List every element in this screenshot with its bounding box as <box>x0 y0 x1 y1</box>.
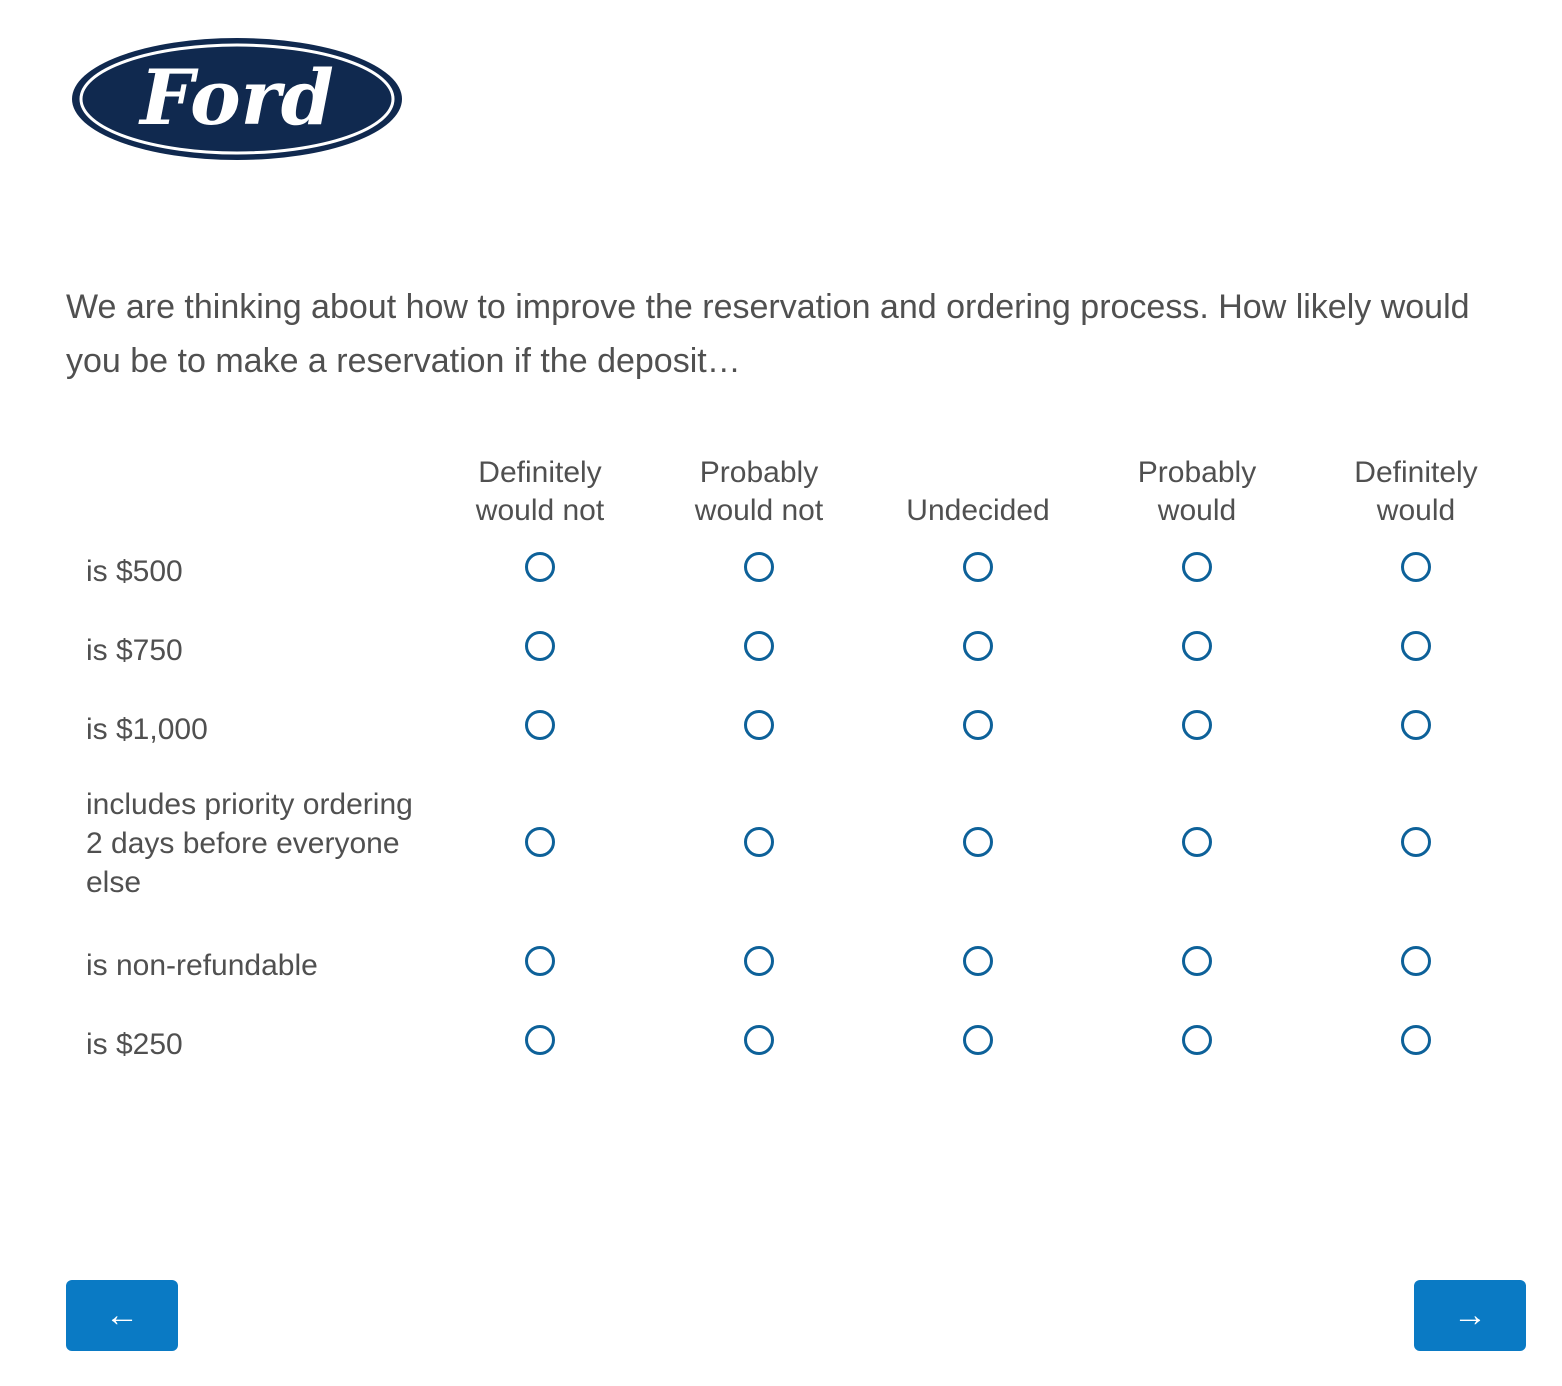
statement-label: includes priority ordering 2 days before… <box>86 788 413 899</box>
radio-option[interactable] <box>744 946 774 976</box>
statement-label: is $500 <box>86 555 183 588</box>
statement-row: is $1,000 <box>66 688 1526 767</box>
radio-option[interactable] <box>963 552 993 582</box>
radio-option[interactable] <box>1401 710 1431 740</box>
radio-option[interactable] <box>744 1025 774 1055</box>
question-text: We are thinking about how to improve the… <box>66 288 1470 380</box>
statement-label: is $1,000 <box>86 713 208 746</box>
radio-option[interactable] <box>744 631 774 661</box>
arrow-right-icon: → <box>1453 1296 1487 1334</box>
statement-row: is $500 <box>66 530 1526 609</box>
next-button[interactable]: → <box>1414 1280 1526 1351</box>
radio-option[interactable] <box>1182 710 1212 740</box>
radio-option[interactable] <box>1182 1025 1212 1055</box>
radio-option[interactable] <box>525 710 555 740</box>
radio-option[interactable] <box>963 1025 993 1055</box>
radio-option[interactable] <box>744 552 774 582</box>
arrow-left-icon: ← <box>105 1296 139 1334</box>
likert-matrix: Definitely would not Probably would not Un… <box>66 440 1526 1082</box>
radio-option[interactable] <box>963 827 993 857</box>
radio-option[interactable] <box>1182 552 1212 582</box>
radio-option[interactable] <box>1401 946 1431 976</box>
column-header: Probably would not <box>694 456 824 527</box>
statement-row: is non-refundable <box>66 924 1526 1003</box>
column-header: Undecided <box>906 494 1050 527</box>
radio-option[interactable] <box>1182 631 1212 661</box>
logo-text: Ford <box>138 53 334 142</box>
radio-option[interactable] <box>1401 1025 1431 1055</box>
radio-option[interactable] <box>963 710 993 740</box>
statement-row: includes priority ordering 2 days before… <box>66 767 1526 924</box>
column-header: Definitely would not <box>475 456 605 527</box>
statement-label: is non-refundable <box>86 949 318 982</box>
radio-option[interactable] <box>1401 827 1431 857</box>
radio-option[interactable] <box>525 827 555 857</box>
statement-label: is $250 <box>86 1028 183 1061</box>
statement-row: is $250 <box>66 1003 1526 1082</box>
column-header: Definitely would <box>1354 456 1478 527</box>
radio-option[interactable] <box>1182 946 1212 976</box>
radio-option[interactable] <box>1401 631 1431 661</box>
ford-logo: Ford <box>70 36 404 162</box>
radio-option[interactable] <box>525 552 555 582</box>
radio-option[interactable] <box>963 631 993 661</box>
radio-option[interactable] <box>1401 552 1431 582</box>
radio-option[interactable] <box>744 710 774 740</box>
radio-option[interactable] <box>525 946 555 976</box>
radio-option[interactable] <box>744 827 774 857</box>
column-header: Probably would <box>1137 456 1257 527</box>
radio-option[interactable] <box>963 946 993 976</box>
back-button[interactable]: ← <box>66 1280 178 1351</box>
radio-option[interactable] <box>1182 827 1212 857</box>
radio-option[interactable] <box>525 1025 555 1055</box>
radio-option[interactable] <box>525 631 555 661</box>
statement-row: is $750 <box>66 609 1526 688</box>
statement-label: is $750 <box>86 634 183 667</box>
scale-header: Definitely would not Probably would not Un… <box>66 440 1526 530</box>
